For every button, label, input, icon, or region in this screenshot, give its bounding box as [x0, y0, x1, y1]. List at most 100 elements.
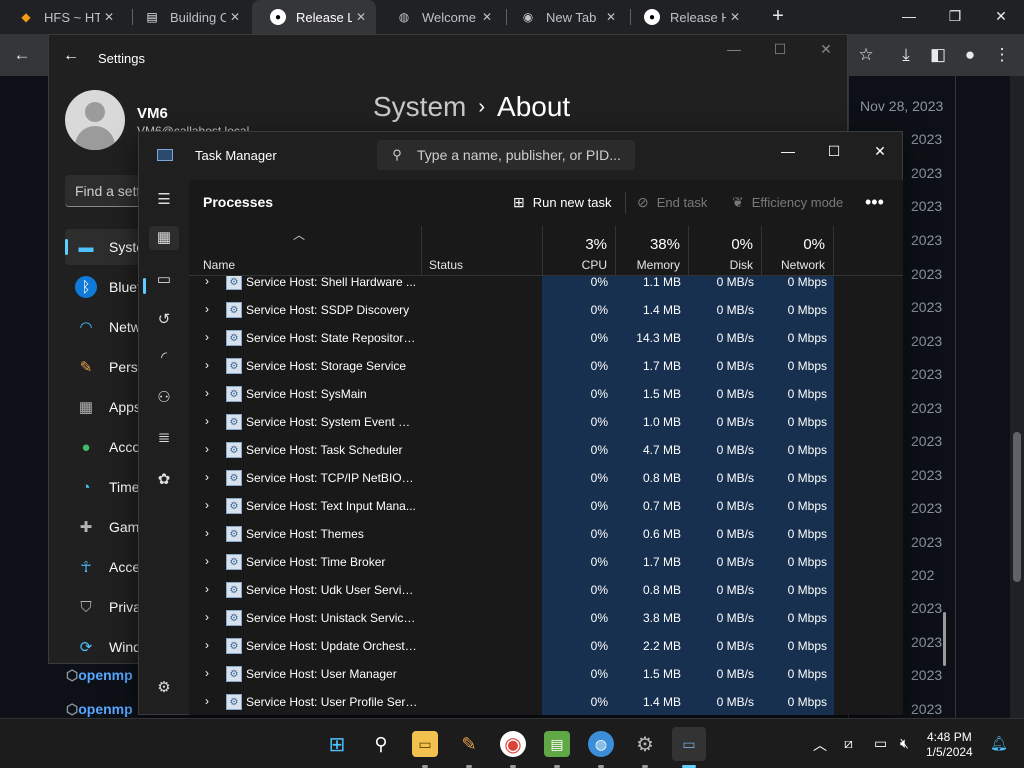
notification-bell-icon[interactable]: 🔔︎: [990, 735, 1008, 752]
search-icon[interactable]: ⚲: [368, 731, 394, 757]
table-row[interactable]: › ⚙ Service Host: State Repository ... 0% 14…: [189, 324, 903, 352]
expand-chevron-icon[interactable]: ›: [205, 470, 209, 484]
browser-close-button[interactable]: ✕: [978, 0, 1024, 32]
col-memory[interactable]: 38% Memory: [615, 226, 688, 276]
tm-close-button[interactable]: ✕: [857, 138, 903, 164]
sidebar-item-time-language[interactable]: ◔ Time & language: [65, 469, 145, 505]
settings-minimize-button[interactable]: —: [711, 41, 757, 57]
expand-chevron-icon[interactable]: ›: [205, 386, 209, 400]
table-row[interactable]: › ⚙ Service Host: Task Scheduler 0% 4.7 MB 0 …: [189, 436, 903, 464]
users-icon[interactable]: ⚇: [152, 386, 176, 410]
expand-chevron-icon[interactable]: ›: [205, 358, 209, 372]
expand-chevron-icon[interactable]: ›: [205, 302, 209, 316]
table-row[interactable]: › ⚙ Service Host: Unistack Service ... 0% 3.…: [189, 604, 903, 632]
table-row[interactable]: › ⚙ Service Host: Themes 0% 0.6 MB 0 MB/s 0 Mb…: [189, 520, 903, 548]
startup-apps-icon[interactable]: ◜: [152, 346, 176, 370]
download-icon[interactable]: ⤓: [894, 43, 918, 67]
tm-minimize-button[interactable]: —: [765, 138, 811, 164]
paint-icon[interactable]: ✎: [456, 731, 482, 757]
col-name[interactable]: Name: [203, 258, 235, 272]
back-arrow-icon[interactable]: ←: [10, 43, 34, 67]
browser-minimize-button[interactable]: —: [886, 0, 932, 32]
sidebar-item-accounts[interactable]: ● Accounts: [65, 429, 145, 465]
table-row[interactable]: › ⚙ Service Host: TCP/IP NetBIOS ... 0% 0.8 …: [189, 464, 903, 492]
details-icon[interactable]: ≣: [152, 426, 176, 450]
avatar[interactable]: [65, 90, 125, 150]
sort-ascending-icon[interactable]: ︿: [293, 226, 305, 243]
services-icon[interactable]: ✿: [152, 468, 176, 492]
close-tab-icon[interactable]: ✕: [352, 10, 370, 24]
expand-chevron-icon[interactable]: ›: [205, 582, 209, 596]
network-off-icon[interactable]: ⧄: [844, 735, 853, 752]
hamburger-menu-icon[interactable]: ☰: [152, 188, 176, 212]
efficiency-mode-button[interactable]: ❦ Efficiency mode: [732, 190, 843, 214]
table-row[interactable]: › ⚙ Service Host: Text Input Mana... 0% 0.7 …: [189, 492, 903, 520]
start-icon[interactable]: ⊞: [324, 731, 350, 757]
sidebar-item-gaming[interactable]: ✚ Gaming: [65, 509, 145, 545]
table-row[interactable]: › ⚙ Service Host: Udk User Service... 0% 0.8…: [189, 576, 903, 604]
expand-chevron-icon[interactable]: ›: [205, 638, 209, 652]
page-scrollbar[interactable]: [1010, 76, 1024, 718]
file-explorer-icon[interactable]: ▭: [412, 731, 438, 757]
browser-maximize-button[interactable]: ❐: [932, 0, 978, 32]
col-status[interactable]: Status: [421, 226, 542, 276]
expand-chevron-icon[interactable]: ›: [205, 610, 209, 624]
col-network[interactable]: 0% Network: [761, 226, 834, 276]
task-manager-icon[interactable]: ▭: [672, 727, 706, 761]
table-row[interactable]: › ⚙ Service Host: SysMain 0% 1.5 MB 0 MB/s 0 M…: [189, 380, 903, 408]
browser-tab-welcome[interactable]: ◍ Welcome ✕: [378, 0, 502, 34]
expand-chevron-icon[interactable]: ›: [205, 694, 209, 708]
expand-chevron-icon[interactable]: ›: [205, 666, 209, 680]
process-list-scrollbar[interactable]: [943, 612, 946, 666]
menu-icon[interactable]: ⋮: [990, 43, 1014, 67]
settings-gear-icon[interactable]: ⚙: [152, 676, 176, 700]
display-icon[interactable]: ▭: [874, 735, 887, 752]
expand-chevron-icon[interactable]: ›: [205, 554, 209, 568]
find-setting-input[interactable]: Find a setting: [65, 175, 145, 207]
clock[interactable]: 4:48 PM 1/5/2024: [926, 730, 973, 760]
chrome-icon[interactable]: ◉: [500, 731, 526, 757]
run-new-task-button[interactable]: ⊞ Run new task: [513, 190, 612, 214]
sidebar-item-personalization[interactable]: ✎ Personalization: [65, 349, 145, 385]
more-options-icon[interactable]: •••: [865, 190, 884, 214]
side-panel-icon[interactable]: ◧: [926, 43, 950, 67]
expand-chevron-icon[interactable]: ›: [205, 330, 209, 344]
table-row[interactable]: › ⚙ Service Host: Storage Service 0% 1.7 MB 0…: [189, 352, 903, 380]
sidebar-item-accessibility[interactable]: ☥ Accessibility: [65, 549, 145, 585]
sidebar-item-privacy[interactable]: ⛉ Privacy & security: [65, 589, 145, 625]
table-row[interactable]: › ⚙ Service Host: User Profile Servi... 0% 1…: [189, 688, 903, 715]
col-cpu[interactable]: 3% CPU: [542, 226, 615, 276]
sidebar-item-apps[interactable]: ▦ Apps: [65, 389, 145, 425]
table-row[interactable]: › ⚙ Service Host: Shell Hardware ... 0% 1.1 …: [189, 276, 903, 296]
close-tab-icon[interactable]: ✕: [726, 10, 744, 24]
globe-app-icon[interactable]: ◍: [588, 731, 614, 757]
tm-maximize-button[interactable]: ☐: [811, 138, 857, 164]
table-row[interactable]: › ⚙ Service Host: Time Broker 0% 1.7 MB 0 MB/…: [189, 548, 903, 576]
chevron-up-icon[interactable]: ︿: [813, 735, 827, 755]
settings-icon[interactable]: ⚙: [632, 731, 658, 757]
expand-chevron-icon[interactable]: ›: [205, 526, 209, 540]
close-tab-icon[interactable]: ✕: [226, 10, 244, 24]
sidebar-item-windows-update[interactable]: ⟳ Windows Update: [65, 629, 145, 665]
profile-icon[interactable]: ●: [958, 43, 982, 67]
table-row[interactable]: › ⚙ Service Host: System Event No... 0% 1.0 …: [189, 408, 903, 436]
volume-muted-icon[interactable]: 🔇︎: [900, 735, 909, 752]
notepad-icon[interactable]: ▤: [544, 731, 570, 757]
close-tab-icon[interactable]: ✕: [100, 10, 118, 24]
col-disk[interactable]: 0% Disk: [688, 226, 761, 276]
bookmark-star-icon[interactable]: ☆: [854, 43, 878, 67]
browser-tab-building[interactable]: ▤ Building C ✕: [126, 0, 250, 34]
process-search-input[interactable]: ⚲ Type a name, publisher, or PID...: [377, 140, 635, 170]
browser-tab-release-ll[interactable]: ● Release LL ✕: [252, 0, 376, 34]
processes-icon[interactable]: ▦: [149, 226, 179, 250]
expand-chevron-icon[interactable]: ›: [205, 442, 209, 456]
breadcrumb-parent[interactable]: System: [373, 91, 466, 123]
sidebar-item-network[interactable]: ◠ Network & internet: [65, 309, 145, 345]
new-tab-button[interactable]: +: [766, 4, 790, 28]
expand-chevron-icon[interactable]: ›: [205, 498, 209, 512]
browser-tab-hfs[interactable]: ◆ HFS ~ HTT ✕: [0, 0, 124, 34]
end-task-button[interactable]: ⊘ End task: [637, 190, 707, 214]
settings-close-button[interactable]: ✕: [803, 41, 849, 58]
asset-link[interactable]: ⬡openmp: [66, 667, 133, 684]
sidebar-item-bluetooth[interactable]: ᛒ Bluetooth & devices: [65, 269, 145, 305]
